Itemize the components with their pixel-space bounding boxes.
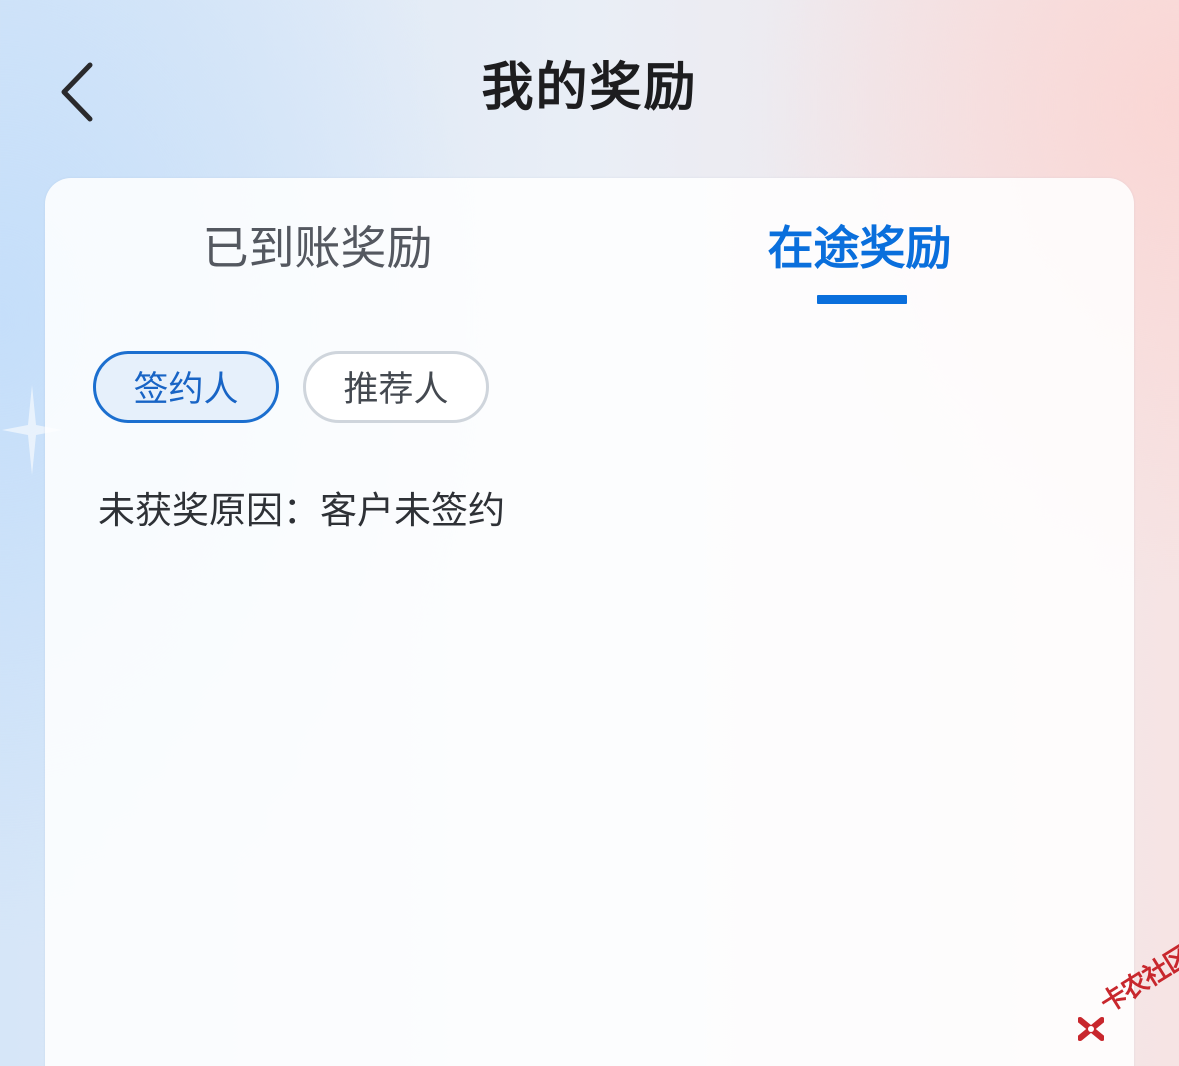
tab-pending-rewards[interactable]: 在途奖励 <box>752 216 967 306</box>
watermark: 卡农社区 <box>1074 941 1179 1041</box>
rewards-card: 已到账奖励 在途奖励 签约人 推荐人 未获奖原因：客户未签约 <box>45 178 1134 1066</box>
reward-tabs: 已到账奖励 在途奖励 <box>45 178 1134 308</box>
header: 我的奖励 <box>0 0 1179 178</box>
active-tab-indicator <box>817 295 907 304</box>
watermark-logo-icon <box>1078 1017 1104 1041</box>
filter-chip-referrer[interactable]: 推荐人 <box>303 351 489 423</box>
page-title: 我的奖励 <box>481 58 698 118</box>
filter-chip-signer[interactable]: 签约人 <box>93 351 279 423</box>
no-reward-reason: 未获奖原因：客户未签约 <box>98 489 505 532</box>
tab-received-rewards[interactable]: 已到账奖励 <box>185 216 450 306</box>
